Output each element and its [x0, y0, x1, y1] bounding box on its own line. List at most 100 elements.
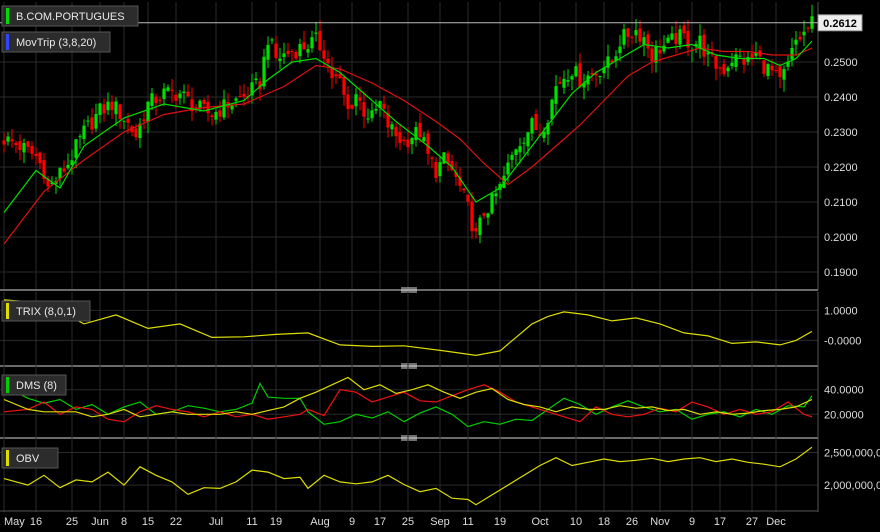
candle-body	[530, 118, 534, 134]
candle-body	[762, 60, 766, 74]
candle-body	[678, 29, 682, 45]
candle-body	[402, 139, 406, 141]
candle-body	[2, 140, 6, 145]
candle-body	[662, 45, 666, 52]
obv-color-marker	[6, 450, 9, 466]
candle-body	[426, 133, 430, 154]
candle-body	[714, 56, 718, 69]
candle-body	[790, 47, 794, 60]
y-tick-label: 0.2300	[824, 127, 858, 139]
trix-name: TRIX (8,0,1)	[16, 306, 76, 318]
y-tick-label: 0.2100	[824, 197, 858, 209]
trix-label: TRIX (8,0,1)	[1, 300, 91, 322]
candle-body	[650, 48, 654, 62]
trix-color-marker	[6, 303, 9, 319]
obv-name: OBV	[16, 453, 40, 465]
candle-body	[470, 201, 474, 232]
candle-body	[322, 50, 326, 59]
candle-body	[278, 58, 282, 61]
candle-body	[486, 213, 490, 218]
candle-body	[774, 70, 778, 72]
x-tick-label: Jun	[91, 516, 109, 528]
candle-body	[598, 76, 602, 78]
candle-body	[398, 132, 402, 144]
candle-body	[562, 78, 566, 88]
candle-body	[346, 94, 350, 110]
y-tick-label: 2,000,000,0	[824, 480, 880, 492]
candle-body	[30, 146, 34, 154]
y-tick-label: 0.2000	[824, 232, 858, 244]
candle-body	[702, 34, 706, 57]
symbol-color-marker	[6, 8, 9, 24]
candle-body	[26, 141, 30, 147]
candle-body	[106, 101, 110, 111]
candle-body	[370, 110, 374, 119]
candle-body	[362, 102, 366, 117]
candle-body	[750, 53, 754, 59]
x-tick-label: Aug	[310, 516, 330, 528]
x-tick-label: 26	[626, 516, 638, 528]
candle-body	[382, 103, 386, 109]
candle-body	[646, 34, 650, 49]
candle-body	[170, 89, 174, 92]
candle-body	[298, 43, 302, 57]
candle-body	[418, 122, 422, 138]
candle-body	[522, 142, 526, 144]
candle-body	[306, 49, 310, 53]
candle-body	[114, 101, 118, 115]
candle-body	[10, 139, 14, 142]
candle-body	[118, 104, 122, 119]
candle-body	[514, 149, 518, 155]
candle-body	[390, 124, 394, 130]
candle-body	[142, 119, 146, 122]
movtrip-label: MovTrip (3,8,20)	[1, 31, 111, 53]
movtrip-name: MovTrip (3,8,20)	[16, 37, 96, 49]
candle-body	[134, 128, 138, 138]
candle-body	[358, 97, 362, 101]
candle-body	[202, 99, 206, 104]
x-tick-label: Jul	[209, 516, 223, 528]
candle-body	[638, 28, 642, 42]
candle-body	[78, 136, 82, 138]
candle-body	[342, 77, 346, 95]
candle-body	[442, 152, 446, 164]
candle-body	[290, 51, 294, 53]
candle-body	[698, 35, 702, 48]
candle-body	[806, 27, 810, 29]
x-tick-label: 8	[121, 516, 127, 528]
candle-body	[266, 44, 270, 60]
candle-body	[642, 37, 646, 45]
x-tick-label: 11	[462, 516, 473, 528]
candle-body	[198, 100, 202, 109]
candle-body	[738, 55, 742, 57]
x-tick-label: 17	[374, 516, 386, 528]
candle-body	[314, 32, 318, 34]
candle-body	[706, 52, 710, 55]
candle-body	[558, 82, 562, 84]
candle-body	[674, 32, 678, 44]
y-tick-label: 40.0000	[824, 385, 864, 397]
candle-body	[254, 78, 258, 81]
y-tick-label: 0.2500	[824, 57, 858, 69]
x-tick-label: 25	[402, 516, 414, 528]
candle-body	[302, 42, 306, 50]
candle-body	[174, 94, 178, 101]
x-tick-label: Sep	[430, 516, 450, 528]
candle-body	[626, 28, 630, 37]
candle-body	[670, 33, 674, 40]
candle-body	[62, 168, 66, 172]
candle-body	[90, 117, 94, 130]
candle-body	[18, 141, 22, 150]
last-price-tag: 0.2612	[817, 14, 863, 32]
candle-body	[74, 139, 78, 158]
candle-body	[658, 49, 662, 54]
candle-body	[66, 164, 70, 169]
candle-body	[270, 39, 274, 41]
candle-body	[622, 29, 626, 45]
candle-body	[14, 142, 18, 146]
x-tick-label: Oct	[531, 516, 548, 528]
y-tick-label: 1.0000	[824, 305, 858, 317]
y-tick-label: 20.0000	[824, 409, 864, 421]
candle-body	[494, 193, 498, 197]
candle-body	[210, 115, 214, 118]
